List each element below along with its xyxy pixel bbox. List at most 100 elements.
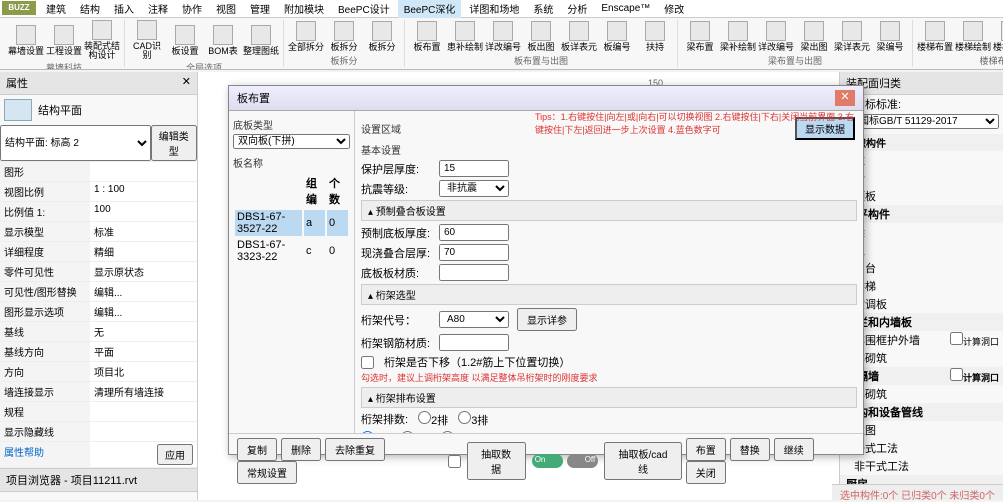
type-item[interactable]: 梁 [840,223,1003,241]
prop-value[interactable]: 标准 [90,222,197,241]
prop-value[interactable]: 精细 [90,242,197,261]
ribbon-item[interactable]: 板拆分 [326,20,362,53]
ribbon-item[interactable]: 梁补绘制 [720,20,756,53]
menu-3[interactable]: 注释 [142,0,174,18]
type-item[interactable]: 非砌筑 [840,385,1003,403]
ribbon-item[interactable]: 板编号 [599,20,635,53]
ribbon-item[interactable]: 装配式结构设计 [84,20,120,60]
ribbon-item[interactable]: 患补绘制 [447,20,483,53]
prop-value[interactable]: 项目北 [90,362,197,381]
prop-value[interactable]: 编辑... [90,302,197,321]
dlg-footer-button[interactable]: 抽取数据 [467,442,526,480]
dialog-close-button[interactable]: ✕ [835,90,855,106]
count-2-radio[interactable] [418,411,431,424]
prop-value[interactable]: 无 [90,322,197,341]
ribbon-item[interactable]: 梁出图 [796,20,832,53]
type-item[interactable]: 顶板 [840,187,1003,205]
instance-selector[interactable]: 结构平面: 标高 2 [0,125,151,161]
type-item[interactable]: 护栏和内墙板 [840,313,1003,331]
prop-value[interactable]: 平面 [90,342,197,361]
count-6-radio[interactable] [441,431,454,433]
ribbon-item[interactable]: 板设置 [167,20,203,60]
menu-5[interactable]: 视图 [210,0,242,18]
type-item[interactable]: 板 [840,241,1003,259]
menu-6[interactable]: 管理 [244,0,276,18]
material-input[interactable] [439,264,509,281]
ribbon-item[interactable]: 板拆分 [364,20,400,53]
truss-type-accordion[interactable]: 桁架选型 [361,284,857,305]
dlg-footer-button[interactable]: 删除 [281,438,321,461]
menu-1[interactable]: 结构 [74,0,106,18]
close-icon[interactable]: ✕ [182,75,191,91]
prefab-accordion[interactable]: 预制叠合板设置 [361,200,857,221]
ribbon-item[interactable]: 板布置 [409,20,445,53]
menu-7[interactable]: 附加模块 [278,0,330,18]
ribbon-item[interactable]: 整理图纸 [243,20,279,60]
menu-13[interactable]: Enscape™ [595,1,656,16]
prop-value[interactable]: 清理所有墙连接 [90,382,197,401]
dlg-footer-button[interactable]: 常规设置 [237,461,297,484]
dlg-footer-button[interactable]: 替换 [730,438,770,461]
apply-button[interactable]: 应用 [157,444,193,465]
ribbon-item[interactable]: 楼梯布置 [917,20,953,53]
type-item[interactable]: 柱 [840,151,1003,169]
type-item[interactable]: 干式工法 [840,439,1003,457]
panel-list-table[interactable]: 组编个数 DBS1-67-3527-22a0 DBS1-67-3323-22c0 [233,172,350,266]
ribbon-item[interactable]: 梁详表元 [834,20,870,53]
prop-value[interactable]: 编辑... [90,282,197,301]
prop-value[interactable]: 100 [90,202,197,221]
prop-value[interactable]: 1 : 100 [90,182,197,201]
count-4-radio[interactable] [361,431,374,433]
menu-11[interactable]: 系统 [527,0,559,18]
toggle-on[interactable] [532,454,563,468]
dlg-footer-button[interactable]: 去除重复 [325,438,385,461]
menu-10[interactable]: 详图和场地 [463,0,525,18]
type-item[interactable]: 厨房 [840,475,1003,484]
ribbon-item[interactable]: 楼梯编号 [993,20,1003,53]
edit-type-button[interactable]: 编辑类型 [151,125,197,161]
type-item[interactable]: 修构和设备管线 [840,403,1003,421]
std-selector[interactable]: 国标GB/T 51129-2017 [854,114,999,129]
ribbon-item[interactable]: CAD识别 [129,20,165,60]
menu-4[interactable]: 协作 [176,0,208,18]
type-item[interactable]: 内隔墙计算洞口 [840,367,1003,385]
prefab-th-input[interactable] [439,224,509,241]
ribbon-item[interactable]: 工程设置 [46,20,82,60]
dlg-footer-button[interactable]: 抽取板/cad线 [604,442,682,480]
type-item[interactable]: 非干式工法 [840,457,1003,475]
ribbon-item[interactable]: BOM表 [205,20,241,60]
prop-value[interactable]: 显示原状态 [90,262,197,281]
ribbon-item[interactable]: 扶持 [637,20,673,53]
ribbon-item[interactable]: 详改编号 [758,20,794,53]
ribbon-item[interactable]: 楼梯绘制 [955,20,991,53]
ribbon-item[interactable]: 板详表元 [561,20,597,53]
prop-value[interactable] [90,162,197,181]
menu-0[interactable]: 建筑 [40,0,72,18]
ribbon-item[interactable]: 全部拆分 [288,20,324,53]
ribbon-item[interactable]: 幕墙设置 [8,20,44,60]
type-item[interactable]: 栏图 [840,421,1003,439]
ribbon-item[interactable]: 板出图 [523,20,559,53]
tree-root[interactable]: 视图 (全部) [4,496,193,500]
dlg-footer-button[interactable]: 布置 [686,438,726,461]
ribbon-item[interactable]: 梁编号 [872,20,908,53]
type-item[interactable]: 水平构件 [840,205,1003,223]
truss-code-select[interactable]: A80 [439,311,509,328]
menu-12[interactable]: 分析 [561,0,593,18]
dlg-footer-button[interactable]: 复制 [237,438,277,461]
ribbon-item[interactable]: 详改编号 [485,20,521,53]
protect-input[interactable] [439,160,509,177]
type-item[interactable]: 空调板 [840,295,1003,313]
truss-mat-input[interactable] [439,334,509,351]
truss-shift-check[interactable] [361,356,374,369]
toggle-off[interactable] [567,454,598,468]
seismic-select[interactable]: 非抗震 [439,180,509,197]
type-item[interactable]: 非砌筑 [840,349,1003,367]
type-item[interactable]: 墙 [840,169,1003,187]
panel-type-combo[interactable]: 双向板(下拼) [233,134,350,149]
count-3-radio[interactable] [458,411,471,424]
show-detail-button[interactable]: 显示详参 [517,308,577,331]
count-5-radio[interactable] [401,431,414,433]
ribbon-item[interactable]: 梁布置 [682,20,718,53]
type-item[interactable]: 楼梯 [840,277,1003,295]
